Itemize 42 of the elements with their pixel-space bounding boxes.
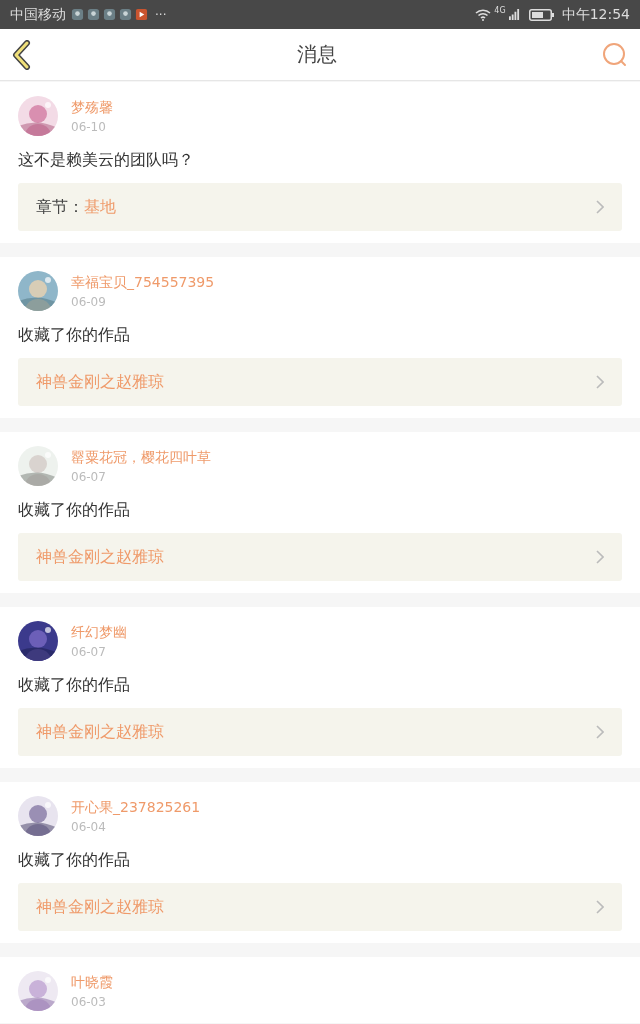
play-icon xyxy=(135,8,148,21)
user-name[interactable]: 叶晓霞 xyxy=(71,973,113,992)
search-icon[interactable] xyxy=(602,41,628,68)
user-name[interactable]: 纤幻梦幽 xyxy=(71,623,127,642)
user-name[interactable]: 开心果_237825261 xyxy=(71,798,201,817)
battery-icon xyxy=(528,8,555,21)
work-link[interactable]: 神兽金刚之赵雅琼 xyxy=(18,533,622,581)
chevron-icon xyxy=(596,200,604,214)
message-text: 这不是赖美云的团队吗？ xyxy=(18,150,195,171)
chevron-icon xyxy=(596,900,604,914)
work-link[interactable]: 神兽金刚之赵雅琼 xyxy=(18,883,622,931)
work-link[interactable]: 神兽金刚之赵雅琼 xyxy=(18,358,622,406)
notification-icon xyxy=(103,8,116,21)
notification-icon xyxy=(71,8,84,21)
message-date: 06-03 xyxy=(71,994,107,1009)
message-text: 收藏了你的作品 xyxy=(18,325,131,346)
work-link[interactable]: 神兽金刚之赵雅琼 xyxy=(18,708,622,756)
work-link[interactable]: 章节：基地 xyxy=(18,183,622,231)
wifi-icon xyxy=(475,8,492,21)
message-date: 06-07 xyxy=(71,644,107,659)
user-name[interactable]: 幸福宝贝_754557395 xyxy=(71,273,215,292)
message-date: 06-07 xyxy=(71,469,107,484)
chevron-icon xyxy=(596,550,604,564)
page-title: 消息 xyxy=(297,41,337,68)
message-date: 06-04 xyxy=(71,819,107,834)
more-notifications: ··· xyxy=(155,7,167,22)
message-text: 收藏了你的作品 xyxy=(18,675,131,696)
user-name[interactable]: 梦殇馨 xyxy=(71,98,113,117)
message-text: 收藏了你的作品 xyxy=(18,850,131,871)
user-name[interactable]: 罂粟花冠，樱花四叶草 xyxy=(71,448,211,467)
message-text: 收藏了你的作品 xyxy=(18,500,131,521)
chevron-icon xyxy=(596,375,604,389)
signal-icon xyxy=(508,9,520,20)
message-date: 06-10 xyxy=(71,119,107,134)
notification-icon xyxy=(87,8,100,21)
message-date: 06-09 xyxy=(71,294,107,309)
chevron-icon xyxy=(596,725,604,739)
carrier-name: 中国移动 xyxy=(10,5,66,24)
network-type: 4G xyxy=(494,6,506,15)
back-icon[interactable] xyxy=(12,39,32,70)
clock-time: 中午12:54 xyxy=(561,5,630,24)
notification-icon xyxy=(119,8,132,21)
